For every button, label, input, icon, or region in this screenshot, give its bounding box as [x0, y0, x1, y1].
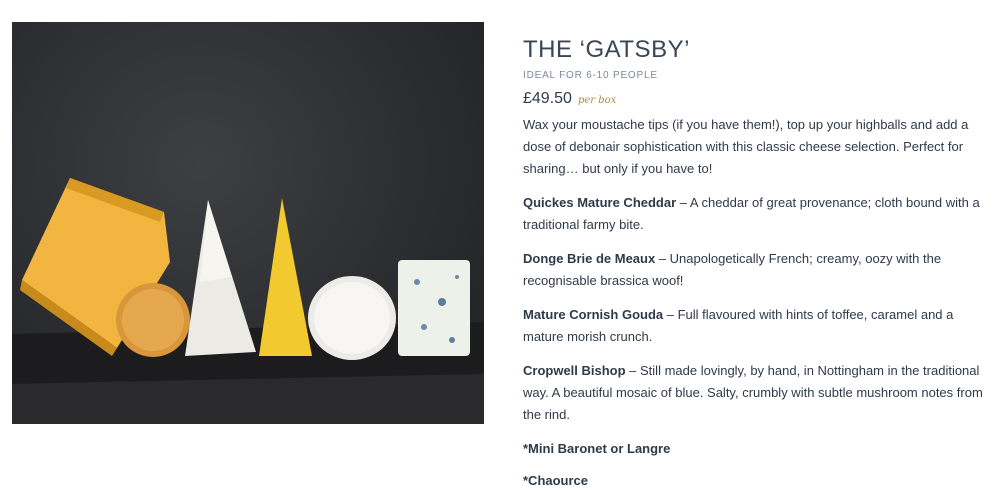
cheese-item: Mature Cornish Gouda – Full flavoured wi… [523, 304, 993, 348]
product-description: Wax your moustache tips (if you have the… [523, 117, 969, 176]
product-subtitle: IDEAL FOR 6-10 PEOPLE [523, 70, 658, 81]
cheese-item: Donge Brie de Meaux – Unapologetically F… [523, 248, 993, 292]
per-box-label: per box [577, 95, 617, 106]
cheese-board-image [12, 178, 484, 424]
cheese-name: Quickes Mature Cheddar [523, 195, 677, 210]
extra-cheese-option: *Chaource [523, 473, 589, 488]
product-title: THE ‘GATSBY’ [523, 36, 690, 63]
extra-cheese-option: *Mini Baronet or Langre [523, 441, 671, 456]
cheese-name: Donge Brie de Meaux [523, 251, 656, 266]
cheese-item: Quickes Mature Cheddar – A cheddar of gr… [523, 192, 993, 236]
cheese-name: Cropwell Bishop [523, 363, 626, 378]
product-photo [12, 22, 484, 424]
cheese-item: Cropwell Bishop – Still made lovingly, b… [523, 360, 993, 426]
cheese-name: Mature Cornish Gouda [523, 307, 664, 322]
product-price: £49.50 [523, 90, 572, 107]
price-row: £49.50 per box [523, 90, 993, 108]
product-info: THE ‘GATSBY’ IDEAL FOR 6-10 PEOPLE £49.5… [523, 36, 993, 490]
